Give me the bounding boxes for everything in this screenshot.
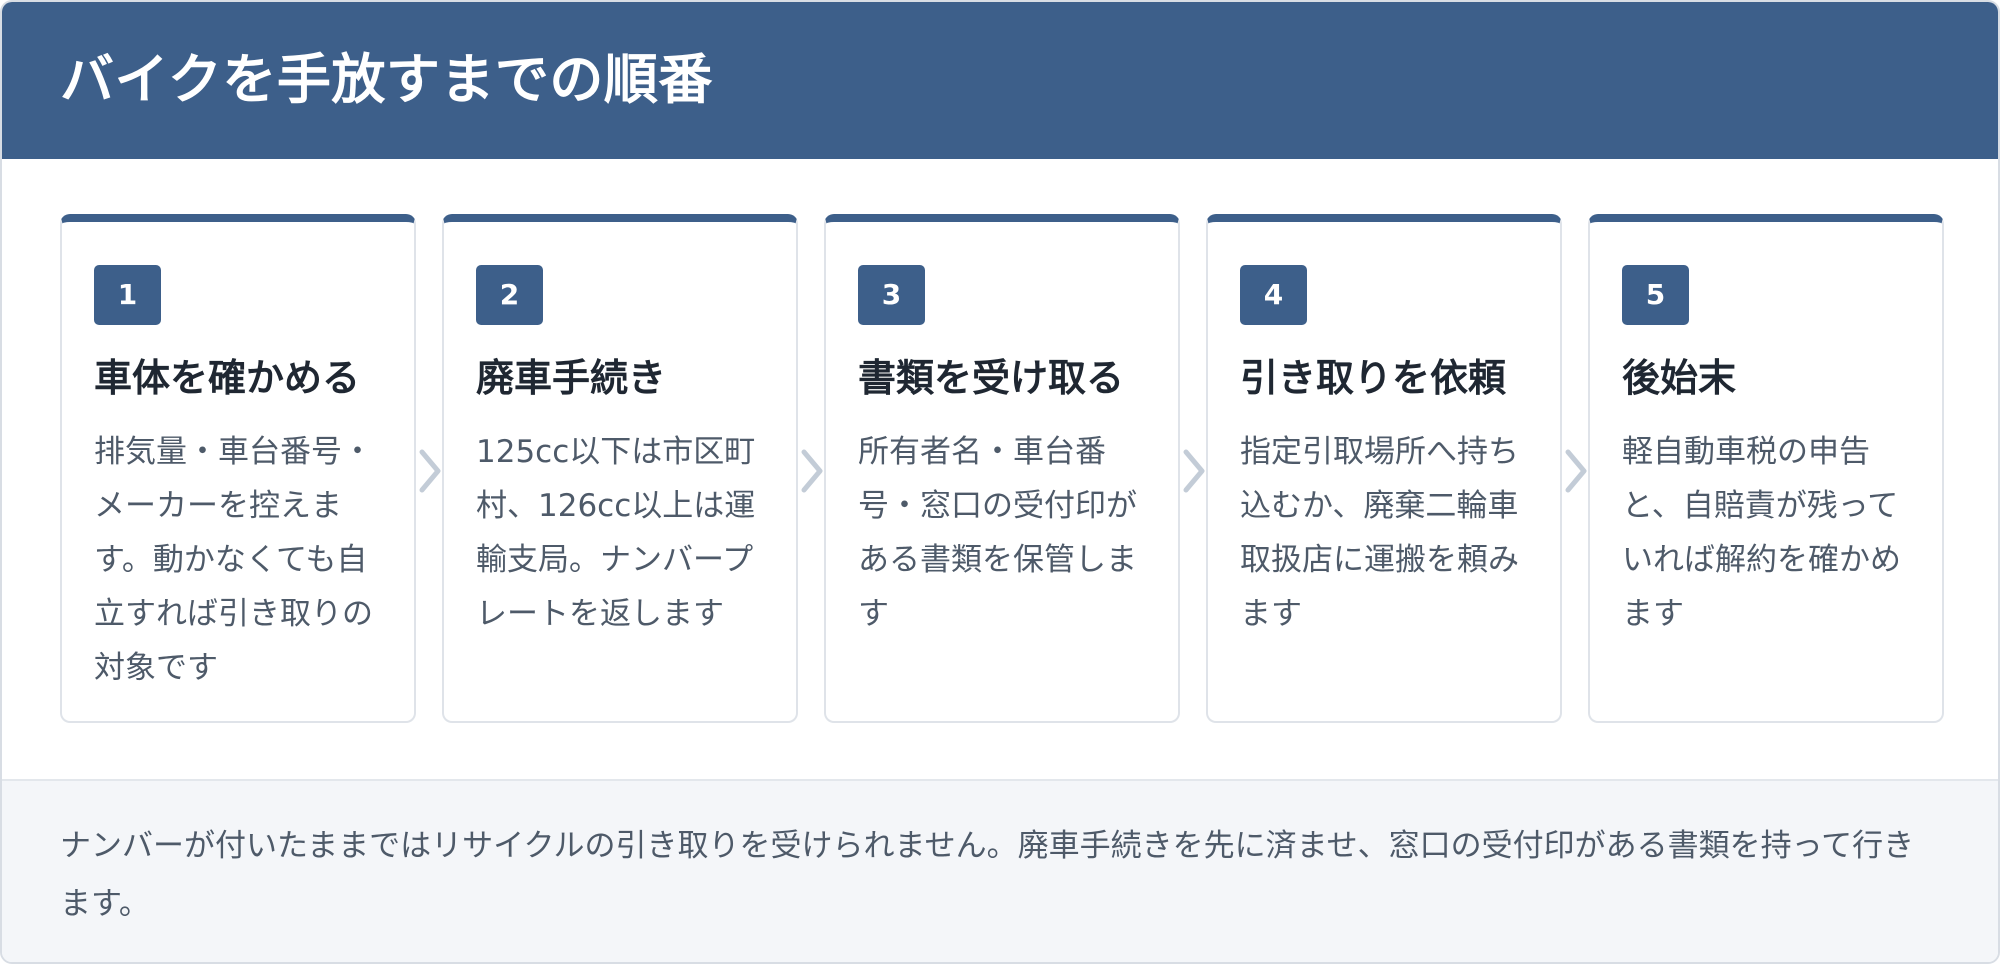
step-card-2: 2 廃車手続き 125cc以下は市区町村、126cc以上は運輸支局。ナンバープレ… xyxy=(442,214,798,723)
step-card-1: 1 車体を確かめる 排気量・車台番号・メーカーを控えます。動かなくても自立すれば… xyxy=(60,214,416,723)
step-title: 廃車手続き xyxy=(476,356,667,400)
header-bar: バイクを手放すまでの順番 xyxy=(2,2,1998,159)
step-number-badge: 3 xyxy=(858,265,925,325)
step-description: 排気量・車台番号・メーカーを控えます。動かなくても自立すれば引き取りの対象です xyxy=(94,434,373,686)
step-title: 書類を受け取る xyxy=(858,356,1125,400)
step-list: 1 車体を確かめる 排気量・車台番号・メーカーを控えます。動かなくても自立すれば… xyxy=(60,214,1944,723)
step-title: 車体を確かめる xyxy=(94,356,361,400)
step-title: 後始末 xyxy=(1622,356,1737,400)
step-number-badge: 4 xyxy=(1240,265,1307,325)
step-description: 125cc以下は市区町村、126cc以上は運輸支局。ナンバープレートを返します xyxy=(476,434,756,632)
step-title: 引き取りを依頼 xyxy=(1240,356,1507,400)
step-number-badge: 1 xyxy=(94,265,161,325)
page-title: バイクを手放すまでの順番 xyxy=(60,48,713,111)
step-number-badge: 2 xyxy=(476,265,543,325)
footer-note: ナンバーが付いたままではリサイクルの引き取りを受けられません。廃車手続きを先に済… xyxy=(60,828,1915,922)
step-card-4: 4 引き取りを依頼 指定引取場所へ持ち込むか、廃棄二輪車取扱店に運搬を頼みます xyxy=(1206,214,1562,723)
step-description: 指定引取場所へ持ち込むか、廃棄二輪車取扱店に運搬を頼みます xyxy=(1240,434,1519,632)
step-card-3: 3 書類を受け取る 所有者名・車台番号・窓口の受付印がある書類を保管します xyxy=(824,214,1180,723)
footer-note-panel: ナンバーが付いたままではリサイクルの引き取りを受けられません。廃車手続きを先に済… xyxy=(2,779,1998,962)
step-description: 軽自動車税の申告と、自賠責が残っていれば解約を確かめます xyxy=(1622,434,1901,632)
step-card-5: 5 後始末 軽自動車税の申告と、自賠責が残っていれば解約を確かめます xyxy=(1588,214,1944,723)
step-number-badge: 5 xyxy=(1622,265,1689,325)
step-description: 所有者名・車台番号・窓口の受付印がある書類を保管します xyxy=(858,434,1137,632)
process-panel: バイクを手放すまでの順番 1 車体を確かめる 排気量・車台番号・メーカーを控えま… xyxy=(0,0,2000,964)
